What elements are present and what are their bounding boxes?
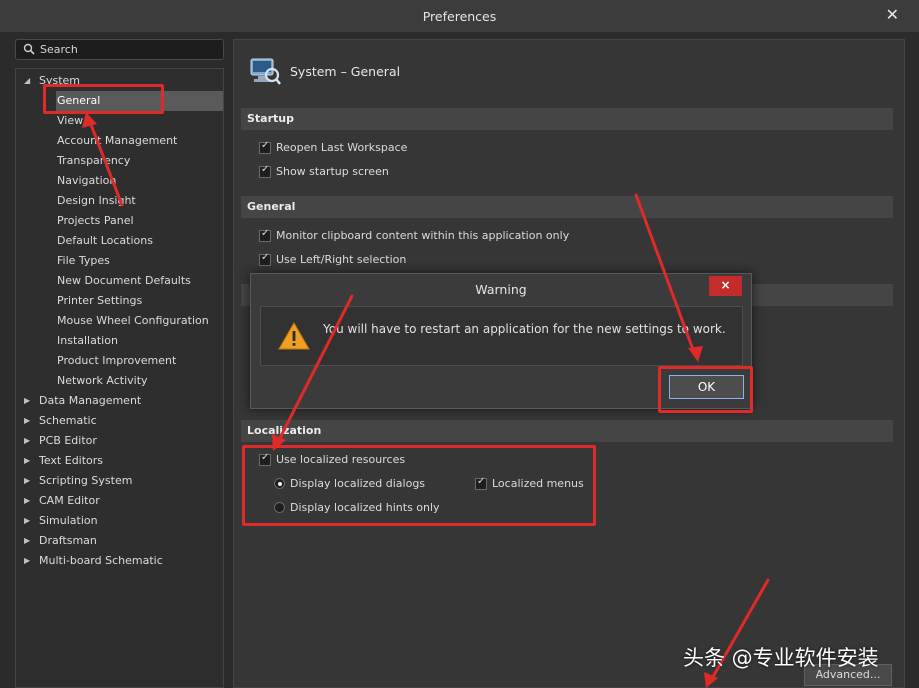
section-localization: Localization <box>241 420 893 442</box>
tree-item-label: Text Editors <box>39 454 104 467</box>
expand-arrow-icon[interactable]: ▶ <box>24 531 30 551</box>
watermark: 头条 @专业软件安装 <box>683 646 879 670</box>
left-right-label: Use Left/Right selection <box>276 253 407 266</box>
tree-item-file-types[interactable]: File Types <box>56 251 223 271</box>
tree-item-label: New Document Defaults <box>57 274 191 287</box>
tree-item-data-management[interactable]: ▶ Data Management <box>16 391 223 411</box>
expand-arrow-icon[interactable]: ▶ <box>24 471 30 491</box>
tree-item-text-editors[interactable]: ▶ Text Editors <box>16 451 223 471</box>
tree-item-mouse-wheel-configuration[interactable]: Mouse Wheel Configuration <box>56 311 223 331</box>
tree-item-label: Data Management <box>39 394 142 407</box>
tree-item-new-document-defaults[interactable]: New Document Defaults <box>56 271 223 291</box>
tree-item-label: Draftsman <box>39 534 97 547</box>
tree-item-label: Multi-board Schematic <box>39 554 163 567</box>
tree-item-transparency[interactable]: Transparency <box>56 151 223 171</box>
search-label: Search <box>40 43 78 56</box>
monitor-clipboard-label: Monitor clipboard content within this ap… <box>276 229 570 242</box>
section-startup-title: Startup <box>247 112 294 125</box>
expand-arrow-icon[interactable]: ▶ <box>24 511 30 531</box>
tree-item-design-insight[interactable]: Design Insight <box>56 191 223 211</box>
reopen-workspace-label: Reopen Last Workspace <box>276 141 408 154</box>
left-right-checkbox[interactable] <box>259 252 271 266</box>
tree-item-system[interactable]: ◢ System <box>16 71 223 91</box>
section-general-title: General <box>247 200 296 213</box>
expand-arrow-icon[interactable]: ▶ <box>24 391 30 411</box>
tree-item-simulation[interactable]: ▶ Simulation <box>16 511 223 531</box>
reopen-workspace-checkbox[interactable] <box>259 140 271 154</box>
section-startup: Startup <box>241 108 893 130</box>
expand-arrow-icon[interactable]: ▶ <box>24 551 30 571</box>
section-general: General <box>241 196 893 218</box>
tree-item-label: General <box>57 94 101 107</box>
dialog-title: Warning <box>475 282 527 297</box>
ok-button[interactable]: OK <box>669 375 744 399</box>
close-icon[interactable]: ✕ <box>886 5 899 24</box>
tree-item-default-locations[interactable]: Default Locations <box>56 231 223 251</box>
monitor-clipboard-checkbox[interactable] <box>259 228 271 242</box>
section-localization-title: Localization <box>247 424 322 437</box>
tree-item-label: Design Insight <box>57 194 136 207</box>
tree-item-label: Product Improvement <box>57 354 177 367</box>
tree-item-label: Scripting System <box>39 474 133 487</box>
tree-item-schematic[interactable]: ▶ Schematic <box>16 411 223 431</box>
preferences-tree: ◢ System General View Account Management Tran… <box>15 68 224 688</box>
tree-item-label: Transparency <box>57 154 131 167</box>
window-titlebar: Preferences ✕ <box>0 0 919 32</box>
expand-arrow-icon[interactable]: ▶ <box>24 451 30 471</box>
localized-menus-checkbox[interactable] <box>475 476 487 490</box>
tree-item-cam-editor[interactable]: ▶ CAM Editor <box>16 491 223 511</box>
expand-arrow-icon[interactable]: ▶ <box>24 491 30 511</box>
show-startup-checkbox[interactable] <box>259 164 271 178</box>
warning-icon <box>278 322 310 350</box>
search-icon <box>23 43 35 55</box>
tree-item-view[interactable]: View <box>56 111 223 131</box>
expand-arrow-icon[interactable]: ▶ <box>24 431 30 451</box>
localized-dialogs-radio[interactable] <box>274 478 285 489</box>
tree-item-general[interactable]: General <box>56 91 223 111</box>
use-localized-checkbox[interactable] <box>259 452 271 466</box>
tree-item-label: Simulation <box>39 514 98 527</box>
show-startup-label: Show startup screen <box>276 165 389 178</box>
search-input[interactable]: Search <box>15 39 224 60</box>
tree-item-projects-panel[interactable]: Projects Panel <box>56 211 223 231</box>
tree-item-label: Network Activity <box>57 374 148 387</box>
localized-hints-radio[interactable] <box>274 502 285 513</box>
tree-item-label: Installation <box>57 334 118 347</box>
tree-item-navigation[interactable]: Navigation <box>56 171 223 191</box>
tree-item-label: Account Management <box>57 134 178 147</box>
tree-item-label: Default Locations <box>57 234 153 247</box>
expand-arrow-icon[interactable]: ▶ <box>24 411 30 431</box>
collapse-arrow-icon[interactable]: ◢ <box>24 71 30 91</box>
localized-menus-label: Localized menus <box>492 477 584 490</box>
dialog-message: You will have to restart an application … <box>323 322 726 336</box>
tree-item-product-improvement[interactable]: Product Improvement <box>56 351 223 371</box>
tree-item-label: Schematic <box>39 414 97 427</box>
tree-item-network-activity[interactable]: Network Activity <box>56 371 223 391</box>
tree-item-pcb-editor[interactable]: ▶ PCB Editor <box>16 431 223 451</box>
tree-item-label: File Types <box>57 254 110 267</box>
use-localized-label: Use localized resources <box>276 453 406 466</box>
dialog-close-icon[interactable]: × <box>709 276 742 296</box>
tree-item-label: CAM Editor <box>39 494 100 507</box>
page-title: System – General <box>290 64 401 79</box>
tree-item-installation[interactable]: Installation <box>56 331 223 351</box>
tree-item-label: Printer Settings <box>57 294 143 307</box>
tree-item-account-management[interactable]: Account Management <box>56 131 223 151</box>
tree-item-scripting-system[interactable]: ▶ Scripting System <box>16 471 223 491</box>
tree-item-label: Mouse Wheel Configuration <box>57 314 209 327</box>
tree-item-label: View <box>57 114 84 127</box>
tree-item-printer-settings[interactable]: Printer Settings <box>56 291 223 311</box>
tree-item-draftsman[interactable]: ▶ Draftsman <box>16 531 223 551</box>
localized-hints-label: Display localized hints only <box>290 501 440 514</box>
dialog-body: You will have to restart an application … <box>260 306 743 366</box>
tree-item-label: System <box>39 74 81 87</box>
localized-dialogs-label: Display localized dialogs <box>290 477 426 490</box>
tree-item-label: Navigation <box>57 174 117 187</box>
tree-item-label: PCB Editor <box>39 434 97 447</box>
preferences-icon <box>250 58 282 85</box>
tree-item-multi-board-schematic[interactable]: ▶ Multi-board Schematic <box>16 551 223 571</box>
tree-item-label: Projects Panel <box>57 214 134 227</box>
window-title: Preferences <box>422 9 497 24</box>
